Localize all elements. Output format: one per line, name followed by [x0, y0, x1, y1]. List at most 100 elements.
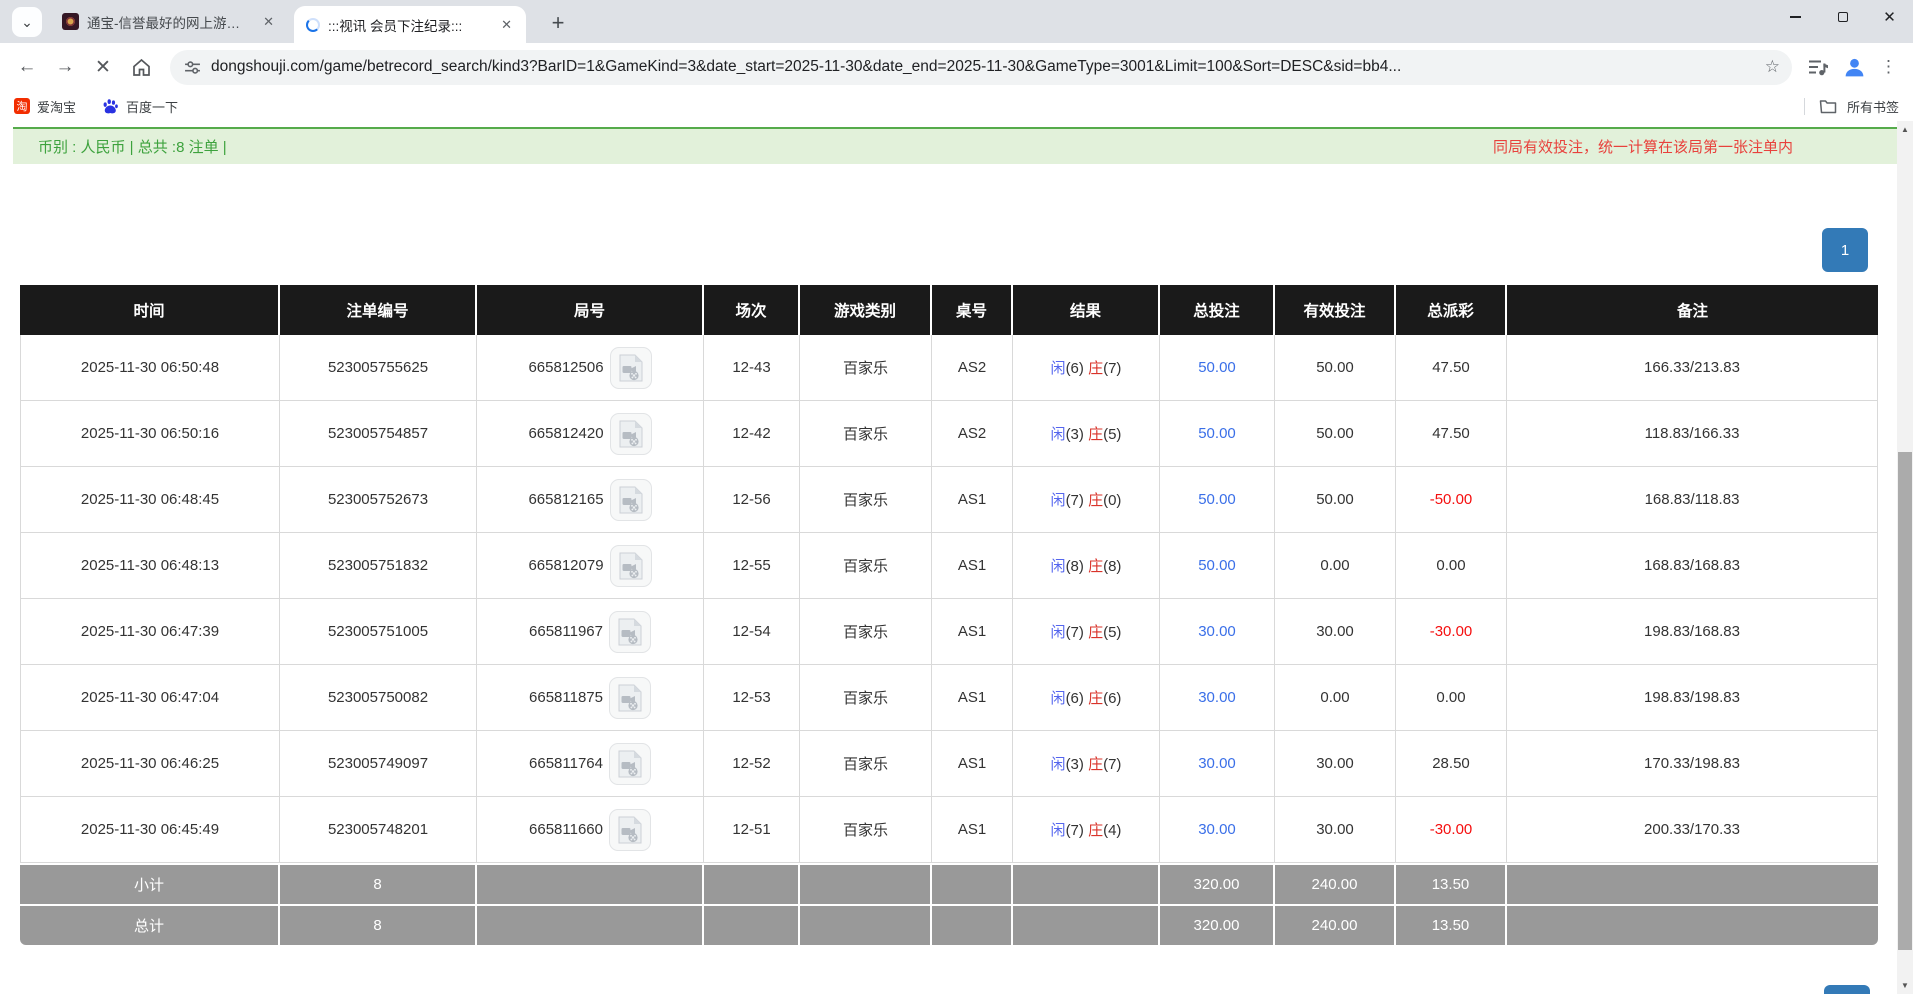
new-tab-button[interactable]: +	[545, 10, 571, 36]
total-bet-link[interactable]: 50.00	[1198, 359, 1236, 376]
pagination-page-1-button[interactable]: 1	[1822, 228, 1868, 272]
url-address-bar[interactable]: dongshouji.com/game/betrecord_search/kin…	[170, 50, 1792, 85]
scrollbar-down-arrow[interactable]: ▼	[1897, 977, 1913, 994]
banker-points: (0)	[1103, 492, 1121, 509]
bookmark-baidu[interactable]: 百度一下	[102, 97, 178, 116]
summary-banner: 币别 : 人民币 | 总共 :8 注单 | 同局有效投注，统一计算在该局第一张注…	[13, 127, 1897, 164]
player-result: 闲	[1051, 822, 1066, 839]
total-bet-cell: 50.00	[1160, 335, 1275, 401]
banker-result: 庄	[1088, 756, 1103, 773]
total-bet-link[interactable]: 30.00	[1198, 821, 1236, 838]
result-cell: 闲(3) 庄(5)	[1013, 401, 1160, 467]
remark-cell: 118.83/166.33	[1507, 401, 1878, 467]
all-bookmarks[interactable]: 所有书签	[1804, 97, 1899, 116]
folder-icon	[1819, 99, 1837, 114]
scrollbar-thumb[interactable]	[1898, 452, 1912, 950]
toolbar-right-buttons: ⋮	[1800, 56, 1903, 79]
bet-id-cell: 523005748201	[280, 797, 477, 863]
media-controls-icon[interactable]	[1808, 59, 1829, 76]
remark-cell: 200.33/170.33	[1507, 797, 1878, 863]
video-playback-button[interactable]	[609, 743, 651, 785]
total-bet-link[interactable]: 50.00	[1198, 557, 1236, 574]
video-file-icon	[617, 684, 643, 712]
column-header-6: 桌号	[932, 285, 1013, 335]
total-valid-bet: 240.00	[1275, 904, 1396, 945]
table-row: 2025-11-30 06:46:25 523005749097 6658117…	[20, 731, 1878, 797]
profile-avatar-icon[interactable]	[1843, 56, 1866, 79]
banker-result: 庄	[1088, 492, 1103, 509]
stop-loading-button[interactable]: ✕	[86, 50, 120, 84]
pagination-bottom-page-button[interactable]	[1824, 985, 1870, 994]
payout-cell: -50.00	[1396, 467, 1507, 533]
forward-button[interactable]: →	[48, 50, 82, 84]
total-bet-link[interactable]: 50.00	[1198, 491, 1236, 508]
tab-close-icon[interactable]: ✕	[497, 15, 516, 35]
game-type-cell: 百家乐	[800, 797, 932, 863]
valid-bet-cell: 30.00	[1275, 797, 1396, 863]
payout-cell: 0.00	[1396, 533, 1507, 599]
video-playback-button[interactable]	[609, 677, 651, 719]
bookmarks-bar: 淘 爱淘宝 百度一下 所有书签	[0, 91, 1913, 121]
table-number-cell: AS1	[932, 731, 1013, 797]
session-cell: 12-56	[704, 467, 800, 533]
video-playback-button[interactable]	[610, 413, 652, 455]
bookmark-aitaobao[interactable]: 淘 爱淘宝	[14, 97, 76, 116]
scrollbar-up-arrow[interactable]: ▲	[1897, 121, 1913, 138]
taobao-icon: 淘	[14, 98, 30, 114]
window-controls: ✕	[1772, 0, 1913, 34]
total-bet-link[interactable]: 30.00	[1198, 755, 1236, 772]
tab-close-icon[interactable]: ✕	[259, 12, 278, 32]
video-playback-button[interactable]	[609, 611, 651, 653]
minimize-button[interactable]	[1772, 0, 1819, 34]
column-header-11: 备注	[1507, 285, 1878, 335]
bookmark-label: 爱淘宝	[37, 97, 76, 116]
game-type-cell: 百家乐	[800, 335, 932, 401]
column-header-5: 游戏类别	[800, 285, 932, 335]
back-button[interactable]: ←	[10, 50, 44, 84]
remark-cell: 168.83/168.83	[1507, 533, 1878, 599]
subtotal-total-bet: 320.00	[1160, 863, 1275, 904]
tab-tongbao[interactable]: 通宝-信誉最好的网上游戏平台 ✕	[50, 3, 288, 40]
valid-bet-cell: 0.00	[1275, 665, 1396, 731]
round-cell: 665812165	[477, 467, 704, 533]
remark-cell: 170.33/198.83	[1507, 731, 1878, 797]
banker-points: (4)	[1103, 822, 1121, 839]
round-cell: 665811875	[477, 665, 704, 731]
table-row: 2025-11-30 06:45:49 523005748201 6658116…	[20, 797, 1878, 863]
url-text[interactable]: dongshouji.com/game/betrecord_search/kin…	[211, 58, 1757, 76]
chrome-menu-icon[interactable]: ⋮	[1880, 57, 1897, 77]
close-button[interactable]: ✕	[1866, 0, 1913, 34]
column-header-9: 有效投注	[1275, 285, 1396, 335]
table-row: 2025-11-30 06:50:48 523005755625 6658125…	[20, 335, 1878, 401]
banker-result: 庄	[1088, 822, 1103, 839]
player-result: 闲	[1051, 360, 1066, 377]
table-header-row: 时间注单编号局号场次游戏类别桌号结果总投注有效投注总派彩备注	[20, 285, 1878, 335]
bet-time-cell: 2025-11-30 06:50:48	[20, 335, 280, 401]
total-bet-link[interactable]: 50.00	[1198, 425, 1236, 442]
total-bet-link[interactable]: 30.00	[1198, 623, 1236, 640]
page-content: 币别 : 人民币 | 总共 :8 注单 | 同局有效投注，统一计算在该局第一张注…	[0, 121, 1897, 994]
bet-time-cell: 2025-11-30 06:47:39	[20, 599, 280, 665]
video-playback-button[interactable]	[610, 545, 652, 587]
site-settings-icon[interactable]	[184, 59, 201, 76]
video-playback-button[interactable]	[609, 809, 651, 851]
page-scrollbar[interactable]: ▲ ▼	[1897, 121, 1913, 994]
column-header-2: 注单编号	[280, 285, 477, 335]
column-header-8: 总投注	[1160, 285, 1275, 335]
tab-search-chevron-button[interactable]: ⌄	[12, 7, 42, 37]
session-cell: 12-43	[704, 335, 800, 401]
player-points: (7)	[1066, 822, 1084, 839]
bet-id-cell: 523005750082	[280, 665, 477, 731]
divider	[1804, 98, 1805, 115]
bookmark-star-icon[interactable]: ☆	[1765, 57, 1780, 77]
maximize-button[interactable]	[1819, 0, 1866, 34]
tab-bet-records[interactable]: :::视讯 会员下注纪录::: ✕	[294, 6, 526, 43]
bet-time-cell: 2025-11-30 06:45:49	[20, 797, 280, 863]
home-button[interactable]	[124, 50, 158, 84]
column-header-10: 总派彩	[1396, 285, 1507, 335]
column-header-3: 局号	[477, 285, 704, 335]
total-bet-link[interactable]: 30.00	[1198, 689, 1236, 706]
video-playback-button[interactable]	[610, 347, 652, 389]
video-playback-button[interactable]	[610, 479, 652, 521]
total-bet-cell: 30.00	[1160, 731, 1275, 797]
